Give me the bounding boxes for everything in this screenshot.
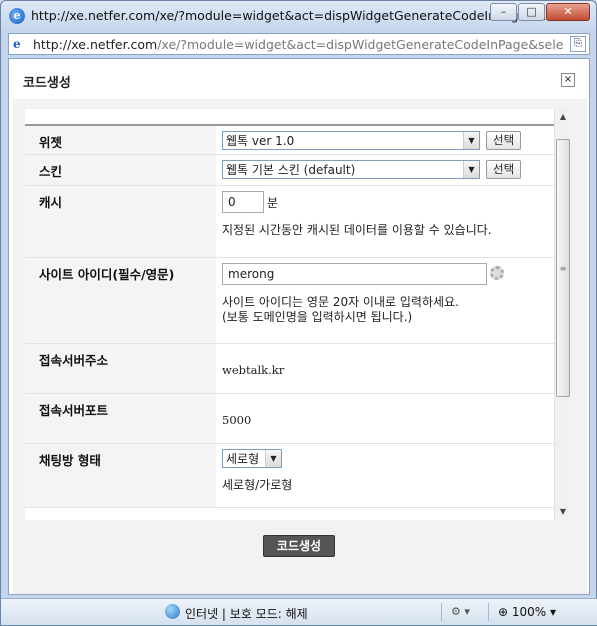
chevron-down-icon: ▼ [463,161,479,178]
widget-form: 위젯 웹톡 ver 1.0 ▼ 선택 스킨 웹톡 기본 스킨 (default)… [25,124,554,508]
skin-select-button[interactable]: 선택 [486,160,522,179]
generate-code-button[interactable]: 코드생성 [263,535,335,557]
status-divider [441,603,442,621]
maximize-button[interactable]: □ [518,3,545,21]
close-window-button[interactable]: ✕ [546,3,590,21]
popup-title: 코드생성 [23,76,71,91]
cache-input[interactable]: 0 [222,191,264,213]
address-bar[interactable]: e http://xe.netfer.com/xe/?module=widget… [8,33,590,55]
chat-type-description: 세로형/가로형 [222,478,293,492]
form-row-cache: 캐시 0분 지정된 시간동안 캐시된 데이터를 이용할 수 있습니다. [25,186,554,258]
scroll-thumb[interactable]: ≡ [556,139,570,397]
browser-window: e http://xe.netfer.com/xe/?module=widget… [0,0,597,626]
url-host: http://xe.netfer.com [33,37,158,52]
chevron-down-icon: ▼ [463,132,479,149]
page-icon: e [13,37,21,51]
minimize-button[interactable]: – [490,3,517,21]
url-path: /xe/?module=widget&act=dispWidgetGenerat… [157,37,563,52]
ie-logo-icon: e [9,8,25,24]
cache-label: 캐시 [25,186,216,257]
server-port-value: 5000 [222,413,252,427]
vertical-scrollbar[interactable]: ▲ ≡ ▼ [554,109,570,520]
form-row-site-id: 사이트 아이디(필수/영문) merong 사이트 아이디는 영문 20자 이내… [25,258,554,344]
site-id-label: 사이트 아이디(필수/영문) [25,258,216,343]
zoom-level[interactable]: ⊕ 100% ▾ [498,605,556,619]
address-url[interactable]: http://xe.netfer.com/xe/?module=widget&a… [33,37,563,52]
security-zone[interactable]: 인터넷 | 보호 모드: 해제 [185,605,308,622]
zoom-icon: ⊕ [498,605,512,619]
page-content: 코드생성 × 위젯 웹톡 ver 1.0 ▼ 선택 스킨 웹톡 기본 스킨 (d… [8,58,590,595]
protected-mode-icon[interactable]: ⚙ ▾ [451,605,470,618]
gear-icon[interactable] [490,266,504,280]
cache-unit: 분 [267,195,279,210]
title-bar: e http://xe.netfer.com/xe/?module=widget… [1,1,596,31]
site-id-input[interactable]: merong [222,263,487,285]
widget-select-button[interactable]: 선택 [486,131,522,150]
scroll-down-icon[interactable]: ▼ [555,504,571,520]
popup-close-button[interactable]: × [561,73,575,87]
widget-select[interactable]: 웹톡 ver 1.0 ▼ [222,131,480,150]
server-addr-label: 접속서버주소 [25,344,216,393]
form-row-chat-type: 채팅방 형태 세로형 ▼ 세로형/가로형 [25,444,554,508]
window-title: http://xe.netfer.com/xe/?module=widget&a… [31,8,555,23]
site-id-description: 사이트 아이디는 영문 20자 이내로 입력하세요. [222,295,459,309]
scroll-up-icon[interactable]: ▲ [555,109,571,125]
status-bar: 인터넷 | 보호 모드: 해제 ⚙ ▾ ⊕ 100% ▾ [1,598,597,625]
compat-view-icon[interactable]: ⎘ [570,36,586,52]
form-row-skin: 스킨 웹톡 기본 스킨 (default) ▼ 선택 [25,155,554,186]
skin-select[interactable]: 웹톡 기본 스킨 (default) ▼ [222,160,480,179]
form-row-server-port: 접속서버포트 5000 [25,394,554,444]
chat-type-label: 채팅방 형태 [25,444,216,507]
status-divider [488,603,489,621]
window-controls: – □ ✕ [490,3,590,21]
chat-type-select[interactable]: 세로형 ▼ [222,449,282,468]
cache-description: 지정된 시간동안 캐시된 데이터를 이용할 수 있습니다. [222,223,492,237]
server-port-label: 접속서버포트 [25,394,216,443]
form-scroll-area: 위젯 웹톡 ver 1.0 ▼ 선택 스킨 웹톡 기본 스킨 (default)… [25,109,570,520]
skin-label: 스킨 [25,155,216,185]
globe-icon [165,604,180,619]
site-id-description-2: (보통 도메인명을 입력하시면 됩니다.) [222,310,413,324]
widget-label: 위젯 [25,126,216,154]
chevron-down-icon: ▼ [265,450,281,467]
form-row-server-addr: 접속서버주소 webtalk.kr [25,344,554,394]
form-row-widget: 위젯 웹톡 ver 1.0 ▼ 선택 [25,124,554,155]
popup-header: 코드생성 × [9,59,589,99]
server-addr-value: webtalk.kr [222,363,285,377]
